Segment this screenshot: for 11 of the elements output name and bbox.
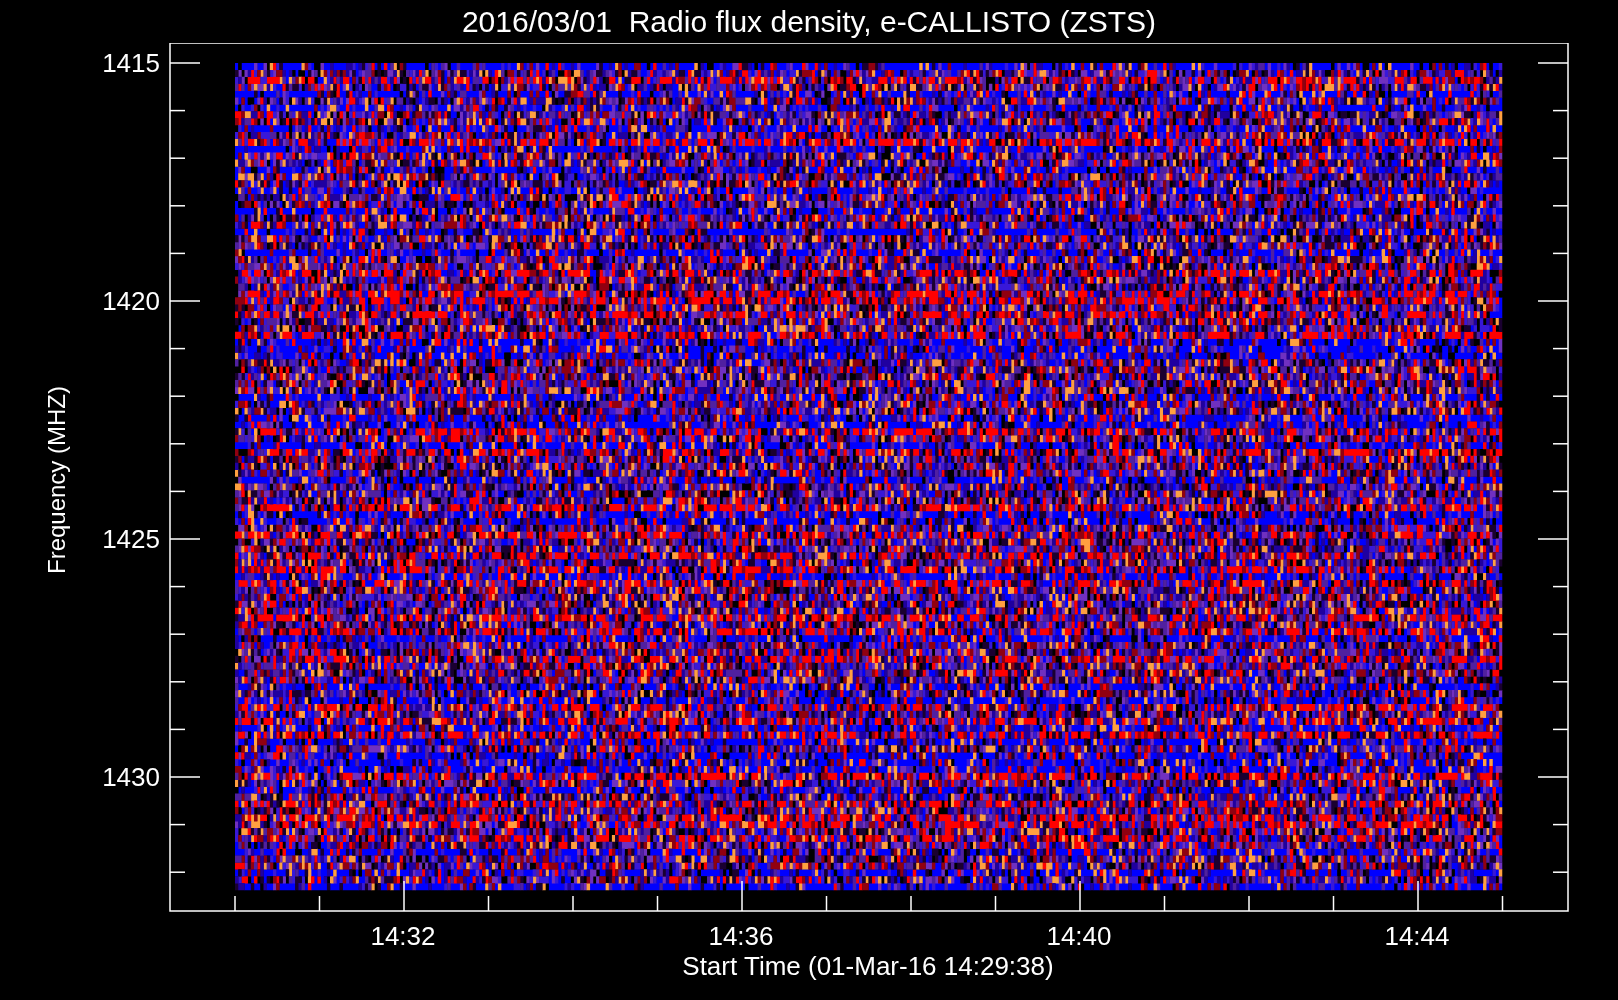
axis-tick-label: 14:36 (708, 921, 774, 951)
axis-title: Start Time (01-Mar-16 14:29:38) (682, 951, 1054, 981)
axis-tick-label: 1415 (102, 48, 160, 78)
axis-tick-label: 14:32 (370, 921, 436, 951)
axis-tick-label: 1425 (102, 524, 160, 554)
axis-tick-label: 14:44 (1384, 921, 1450, 951)
axis-tick-label: 14:40 (1046, 921, 1112, 951)
axis-tick-label: 1420 (102, 286, 160, 316)
axis-title: Frequency (MHZ) (43, 386, 70, 574)
chart-title: 2016/03/01 Radio flux density, e-CALLISTO (ZSTS) (461, 6, 1157, 37)
axis-tick-label: 1430 (102, 762, 160, 792)
